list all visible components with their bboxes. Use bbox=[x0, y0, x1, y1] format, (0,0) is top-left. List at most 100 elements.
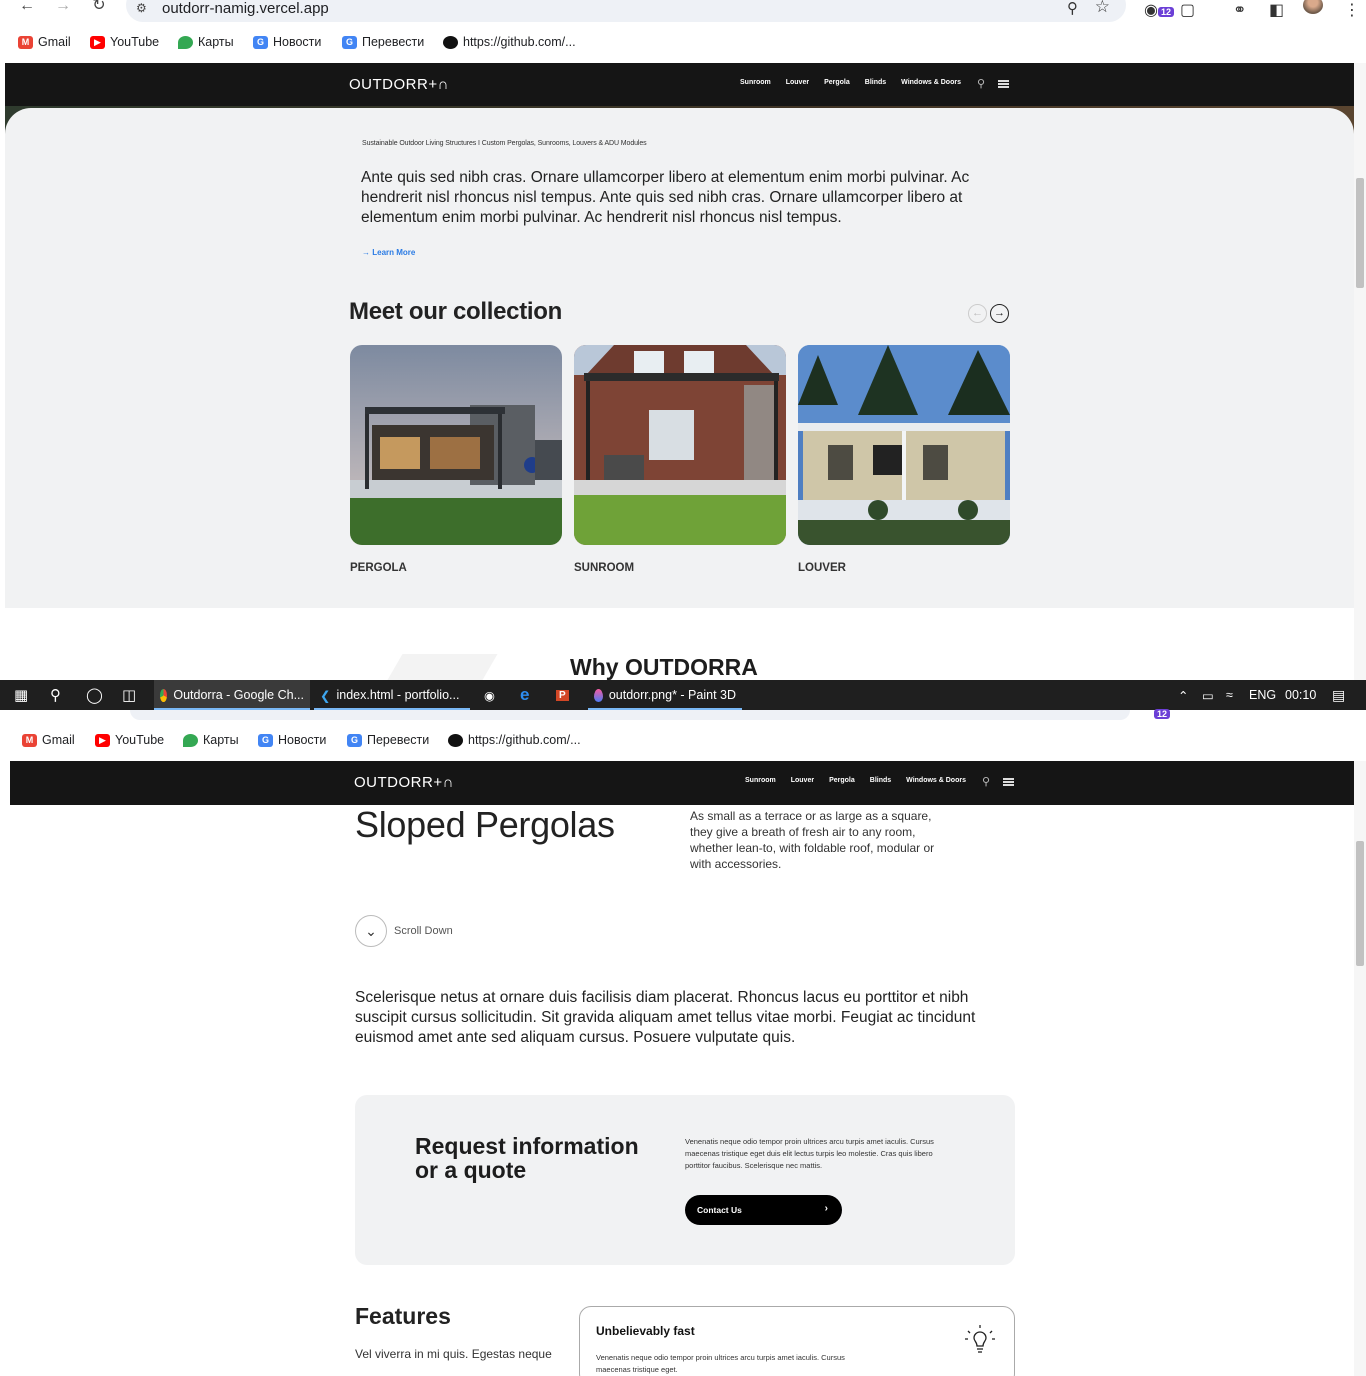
search-icon[interactable]: ⚲ bbox=[44, 680, 67, 710]
features-subtitle: Vel viverra in mi quis. Egestas neque bbox=[355, 1347, 552, 1361]
feature-card-text: Venenatis neque odio tempor proin ultric… bbox=[596, 1353, 845, 1374]
youtube-icon: ▶ bbox=[90, 35, 105, 49]
bookmark-news[interactable]: G Новости bbox=[253, 35, 321, 49]
bookmark-youtube[interactable]: ▶ YouTube bbox=[90, 35, 159, 49]
bookmark-github[interactable]: https://github.com/... bbox=[443, 35, 576, 49]
site-logo[interactable]: OUTDORR+∩ bbox=[349, 76, 449, 93]
intro-lead: Ante quis sed nibh cras. Ornare ullamcor… bbox=[361, 169, 970, 226]
extension-badge: 12 bbox=[1154, 704, 1171, 722]
nav-sunroom[interactable]: Sunroom bbox=[745, 777, 776, 784]
search-icon[interactable]: ⚲ bbox=[982, 775, 990, 788]
menu-kebab-icon[interactable]: ⋮ bbox=[1344, 0, 1360, 20]
nav-sunroom[interactable]: Sunroom bbox=[740, 79, 771, 86]
nav-blinds[interactable]: Blinds bbox=[870, 777, 891, 784]
scroll-down-label[interactable]: Scroll Down bbox=[394, 925, 453, 937]
cortana-icon[interactable]: ◯ bbox=[80, 680, 109, 710]
quote-title: Request information or a quote bbox=[415, 1133, 639, 1183]
nav-louver[interactable]: Louver bbox=[791, 777, 814, 784]
collection-card-label[interactable]: PERGOLA bbox=[350, 562, 407, 574]
edge-icon[interactable]: e bbox=[514, 680, 535, 710]
site-header: OUTDORR+∩ Sunroom Louver Pergola Blinds … bbox=[10, 761, 1359, 805]
nav-windows-doors[interactable]: Windows & Doors bbox=[906, 777, 966, 784]
arrow-right-icon: → bbox=[362, 248, 370, 257]
wifi-icon[interactable]: ≈ bbox=[1220, 680, 1239, 710]
nav-louver[interactable]: Louver bbox=[786, 79, 809, 86]
google-news-icon: G bbox=[253, 35, 268, 49]
nav-windows-doors[interactable]: Windows & Doors bbox=[901, 79, 961, 86]
youtube-icon: ▶ bbox=[95, 733, 110, 747]
language-indicator[interactable]: ENG bbox=[1243, 680, 1282, 710]
site-info-icon[interactable]: ⚙ bbox=[136, 1, 147, 15]
carousel-prev-button[interactable]: ← bbox=[968, 304, 987, 323]
sunroom-image[interactable] bbox=[574, 345, 786, 545]
taskbar-vscode[interactable]: ❮ index.html - portfolio... bbox=[314, 680, 470, 710]
bookmark-news[interactable]: G Новости bbox=[258, 733, 326, 747]
address-url[interactable]: outdorr-namig.vercel.app bbox=[162, 0, 329, 17]
hamburger-menu-icon[interactable] bbox=[998, 80, 1009, 88]
bookmark-gmail[interactable]: M Gmail bbox=[18, 35, 71, 49]
clock[interactable]: 00:10 bbox=[1279, 680, 1322, 710]
zoom-icon[interactable]: ⚲ bbox=[1067, 0, 1078, 17]
site-header: OUTDORR+∩ Sunroom Louver Pergola Blinds … bbox=[5, 63, 1354, 107]
side-panel-icon[interactable]: ◧ bbox=[1269, 0, 1284, 20]
maps-pin-icon bbox=[178, 35, 193, 49]
contact-us-button[interactable]: Contact Us › bbox=[685, 1195, 842, 1225]
windows-start-icon[interactable]: ▦ bbox=[8, 680, 34, 710]
performance-icon[interactable]: ⚭ bbox=[1233, 0, 1246, 20]
scrollbar-thumb[interactable] bbox=[1356, 178, 1364, 288]
forward-icon[interactable]: → bbox=[54, 0, 72, 14]
notification-icon[interactable]: ▤ bbox=[1326, 680, 1351, 710]
task-view-icon[interactable]: ◫ bbox=[116, 680, 142, 710]
nav-pergola[interactable]: Pergola bbox=[829, 777, 855, 784]
paint-palette-icon[interactable]: ◉ bbox=[478, 680, 501, 710]
bookmark-youtube[interactable]: ▶ YouTube bbox=[95, 733, 164, 747]
scrollbar-thumb[interactable] bbox=[1356, 841, 1364, 966]
powerpoint-icon[interactable]: P bbox=[550, 680, 575, 710]
pergola-image[interactable] bbox=[350, 345, 562, 545]
features-title: Features bbox=[355, 1303, 451, 1329]
nav-pergola[interactable]: Pergola bbox=[824, 79, 850, 86]
translate-icon: G bbox=[347, 733, 362, 747]
collection-card-label[interactable]: LOUVER bbox=[798, 562, 846, 574]
github-icon bbox=[448, 733, 463, 747]
taskbar-chrome[interactable]: Outdorra - Google Ch... bbox=[154, 680, 310, 710]
bookmarks-bar: M Gmail ▶ YouTube Карты G Новости G Перевест… bbox=[0, 728, 1366, 754]
back-icon[interactable]: ← bbox=[18, 0, 36, 14]
gmail-icon: M bbox=[22, 733, 37, 747]
contact-us-label: Contact Us bbox=[697, 1205, 742, 1215]
hamburger-menu-icon[interactable] bbox=[1003, 778, 1014, 786]
battery-icon[interactable]: ▭ bbox=[1196, 680, 1220, 710]
scrollbar[interactable] bbox=[1354, 761, 1366, 1376]
product-description: As small as a terrace or as large as a s… bbox=[690, 809, 935, 871]
search-icon[interactable]: ⚲ bbox=[977, 77, 985, 90]
bookmark-translate[interactable]: G Перевести bbox=[342, 35, 424, 49]
collection-card-label[interactable]: SUNROOM bbox=[574, 562, 634, 574]
site-logo[interactable]: OUTDORR+∩ bbox=[354, 774, 454, 791]
why-title: Why OUTDORRA bbox=[570, 654, 758, 680]
collection-title: Meet our collection bbox=[349, 298, 562, 325]
puzzle-extensions-icon[interactable]: ▢ bbox=[1180, 0, 1195, 20]
lightbulb-icon bbox=[963, 1323, 997, 1357]
taskbar-paint3d[interactable]: outdorr.png* - Paint 3D bbox=[588, 680, 742, 710]
bookmark-maps[interactable]: Карты bbox=[178, 35, 234, 49]
scrollbar[interactable] bbox=[1354, 63, 1366, 680]
quote-text: Venenatis neque odio tempor proin ultric… bbox=[685, 1137, 934, 1170]
bookmark-star-icon[interactable]: ☆ bbox=[1095, 0, 1110, 17]
reload-icon[interactable]: ↻ bbox=[90, 0, 108, 14]
nav-blinds[interactable]: Blinds bbox=[865, 79, 886, 86]
scroll-down-button[interactable]: ⌄ bbox=[355, 915, 387, 947]
learn-more-link[interactable]: → Learn More bbox=[362, 248, 415, 257]
site-nav: Sunroom Louver Pergola Blinds Windows & … bbox=[745, 777, 981, 784]
bookmark-maps[interactable]: Карты bbox=[183, 733, 239, 747]
maps-pin-icon bbox=[183, 733, 198, 747]
louver-image[interactable] bbox=[798, 345, 1010, 545]
carousel-next-button[interactable]: → bbox=[990, 304, 1009, 323]
bookmark-translate[interactable]: G Перевести bbox=[347, 733, 429, 747]
address-bar[interactable]: ⚙ outdorr-namig.vercel.app ⚲ ☆ bbox=[126, 0, 1126, 22]
extension-badge: 12 bbox=[1157, 7, 1174, 17]
bookmark-github[interactable]: https://github.com/... bbox=[448, 733, 581, 747]
chevron-up-icon[interactable]: ⌃ bbox=[1172, 680, 1194, 710]
extension-icon[interactable]: ◉ 12 bbox=[1144, 0, 1174, 20]
bookmark-gmail[interactable]: M Gmail bbox=[22, 733, 75, 747]
gmail-icon: M bbox=[18, 35, 33, 49]
